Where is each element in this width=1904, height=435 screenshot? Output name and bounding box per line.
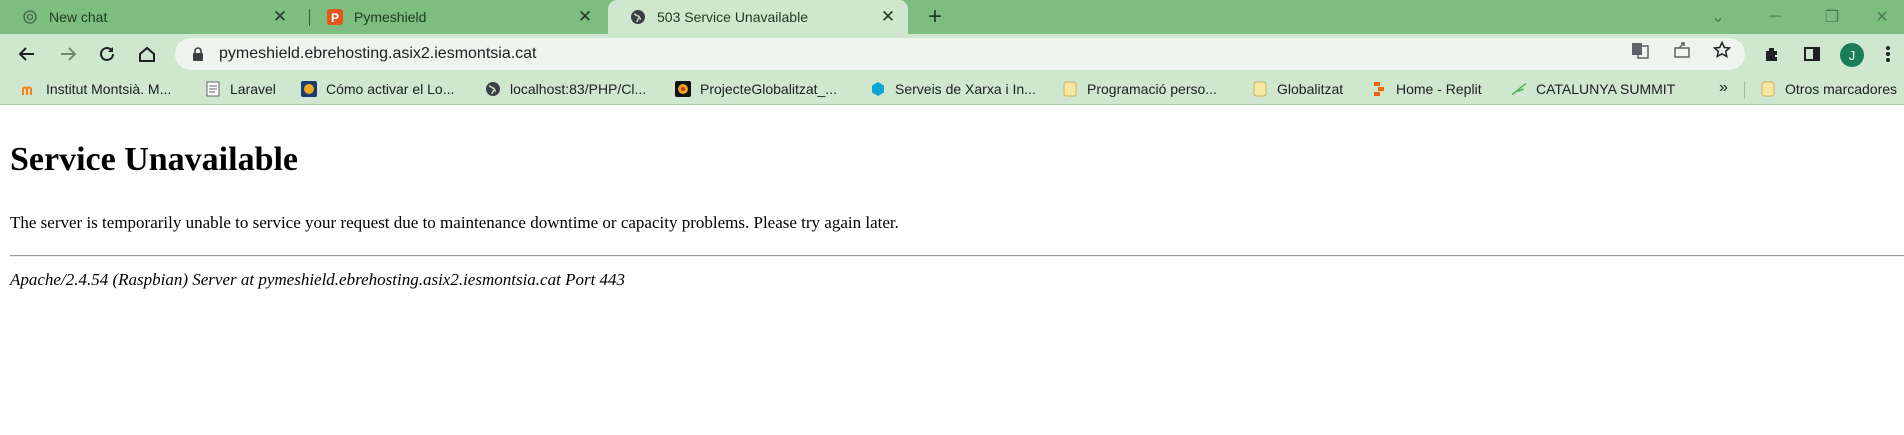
bookmark-label: Globalitzat bbox=[1277, 81, 1344, 97]
forward-icon[interactable] bbox=[54, 40, 82, 68]
app-icon bbox=[675, 81, 691, 97]
avatar[interactable]: J bbox=[1840, 43, 1864, 67]
bookmark-label: CATALUNYA SUMMIT bbox=[1536, 81, 1676, 97]
menu-icon[interactable] bbox=[1878, 40, 1898, 68]
openai-icon bbox=[22, 9, 38, 25]
bookmark-globalitzat[interactable]: Globalitzat bbox=[1252, 79, 1343, 99]
bookmark-label: localhost:83/PHP/Cl... bbox=[510, 81, 647, 97]
back-icon[interactable] bbox=[13, 40, 41, 68]
bookmark-label: Laravel bbox=[230, 81, 276, 97]
new-tab-button[interactable]: + bbox=[924, 5, 946, 29]
bookmark-projecte-globalitzat[interactable]: ProjecteGlobalitzat_... bbox=[675, 79, 837, 99]
share-icon[interactable] bbox=[1672, 40, 1692, 60]
side-panel-icon[interactable] bbox=[1798, 40, 1826, 68]
page-title: Service Unavailable bbox=[10, 141, 299, 178]
folder-icon bbox=[1252, 81, 1268, 97]
tab-title: New chat bbox=[49, 9, 108, 25]
tab-strip: New chat ✕ P Pymeshield ✕ 503 Service Un… bbox=[0, 0, 1904, 34]
url-text[interactable]: pymeshield.ebrehosting.asix2.iesmontsia.… bbox=[219, 45, 537, 63]
leaf-icon bbox=[1511, 81, 1527, 97]
globe-icon bbox=[485, 81, 501, 97]
close-tab-icon[interactable]: ✕ bbox=[878, 7, 898, 27]
bookmark-programacio[interactable]: Programació perso... bbox=[1062, 79, 1217, 99]
tab-title: Pymeshield bbox=[354, 9, 427, 25]
bookmark-home-replit[interactable]: Home - Replit bbox=[1371, 79, 1482, 99]
brain-icon bbox=[301, 81, 317, 97]
moodle-icon bbox=[21, 81, 37, 97]
bookmarks-divider bbox=[1744, 81, 1745, 99]
bookmark-label: Home - Replit bbox=[1396, 81, 1482, 97]
bookmark-label: Cómo activar el Lo... bbox=[326, 81, 455, 97]
tab-pymeshield[interactable]: P Pymeshield ✕ bbox=[305, 0, 605, 34]
tab-503-service-unavailable[interactable]: 503 Service Unavailable ✕ bbox=[608, 0, 908, 34]
translate-icon[interactable] bbox=[1630, 40, 1650, 60]
restore-icon[interactable]: ❐ bbox=[1810, 0, 1854, 34]
close-tab-icon[interactable]: ✕ bbox=[270, 7, 290, 27]
close-window-icon[interactable]: ✕ bbox=[1860, 0, 1904, 34]
error-message: The server is temporarily unable to serv… bbox=[10, 213, 899, 232]
horizontal-rule bbox=[10, 255, 1904, 256]
home-icon[interactable] bbox=[133, 40, 161, 68]
tab-title: 503 Service Unavailable bbox=[657, 9, 808, 25]
bookmark-label: ProjecteGlobalitzat_... bbox=[700, 81, 837, 97]
toolbar: pymeshield.ebrehosting.asix2.iesmontsia.… bbox=[0, 34, 1904, 74]
replit-icon bbox=[1371, 81, 1387, 97]
bookmark-label: Programació perso... bbox=[1087, 81, 1217, 97]
svg-text:P: P bbox=[331, 11, 339, 25]
tab-new-chat[interactable]: New chat ✕ bbox=[0, 0, 300, 34]
page-icon bbox=[205, 81, 221, 97]
bookmark-laravel[interactable]: Laravel bbox=[205, 79, 276, 99]
bookmark-serveis-xarxa[interactable]: Serveis de Xarxa i In... bbox=[870, 79, 1036, 99]
more-bookmarks-button[interactable]: » bbox=[1719, 79, 1728, 97]
globe-icon bbox=[630, 9, 646, 25]
bookmark-label: Otros marcadores bbox=[1785, 81, 1898, 97]
server-signature: Apache/2.4.54 (Raspbian) Server at pymes… bbox=[10, 270, 626, 289]
bookmark-como-activar[interactable]: Cómo activar el Lo... bbox=[301, 79, 454, 99]
bookmark-label: Institut Montsià. M... bbox=[46, 81, 172, 97]
bookmark-star-icon[interactable] bbox=[1712, 40, 1732, 60]
folder-icon bbox=[1760, 81, 1776, 97]
bookmarks-bar: Institut Montsià. M... Laravel Cómo acti… bbox=[0, 74, 1904, 105]
minimize-icon[interactable]: ─ bbox=[1753, 0, 1797, 34]
bookmark-localhost[interactable]: localhost:83/PHP/Cl... bbox=[485, 79, 646, 99]
bookmark-label: Serveis de Xarxa i In... bbox=[895, 81, 1036, 97]
address-bar[interactable]: pymeshield.ebrehosting.asix2.iesmontsia.… bbox=[175, 38, 1745, 70]
bookmark-catalunya-summit[interactable]: CATALUNYA SUMMIT bbox=[1511, 79, 1675, 99]
pymeshield-p-icon: P bbox=[327, 9, 343, 25]
other-bookmarks-folder[interactable]: Otros marcadores bbox=[1760, 79, 1897, 99]
bookmark-institut-montsia[interactable]: Institut Montsià. M... bbox=[21, 79, 171, 99]
tab-search-icon[interactable]: ⌄ bbox=[1696, 0, 1740, 34]
hexagon-icon bbox=[870, 81, 886, 97]
extensions-icon[interactable] bbox=[1758, 40, 1786, 68]
close-tab-icon[interactable]: ✕ bbox=[575, 7, 595, 27]
browser-chrome: New chat ✕ P Pymeshield ✕ 503 Service Un… bbox=[0, 0, 1904, 105]
reload-icon[interactable] bbox=[93, 40, 121, 68]
folder-icon bbox=[1062, 81, 1078, 97]
lock-icon[interactable] bbox=[191, 47, 205, 61]
